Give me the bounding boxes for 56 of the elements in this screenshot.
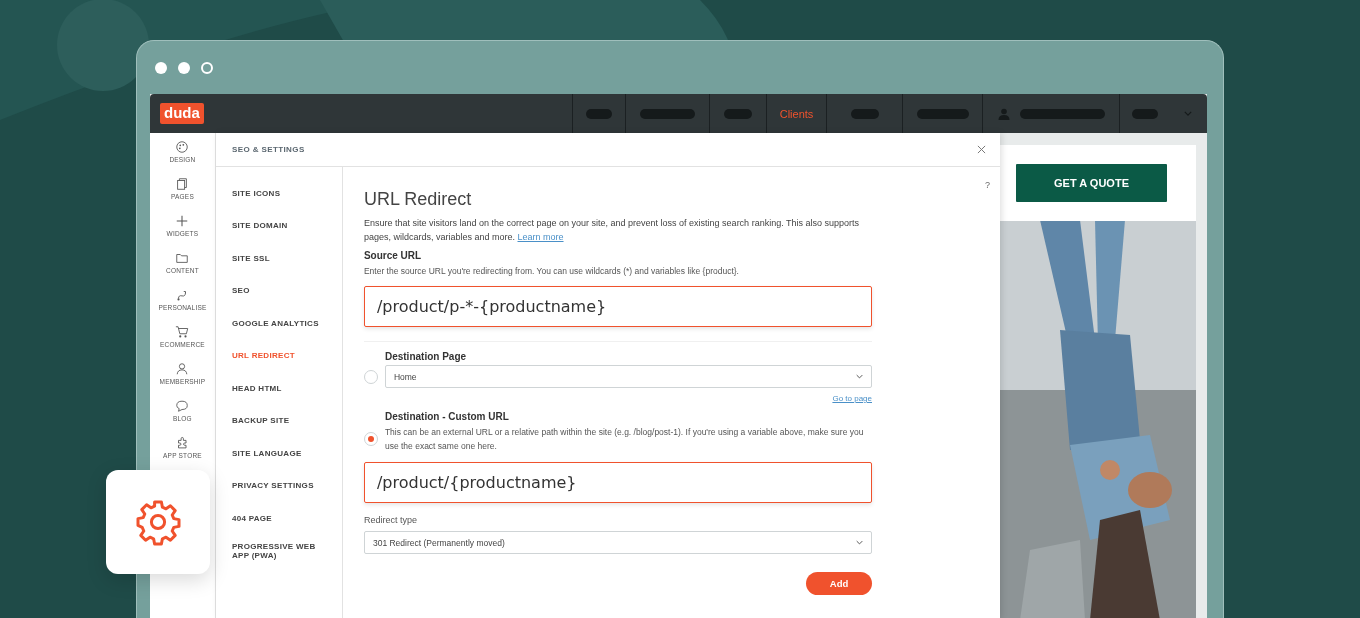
placeholder-bar[interactable] — [850, 108, 879, 119]
field-label: Source URL — [363, 250, 423, 261]
settings-menu-item[interactable]: HEAD HTML — [231, 372, 334, 405]
window-dot[interactable] — [201, 61, 213, 74]
close-icon[interactable] — [977, 145, 986, 154]
tool-icon — [175, 436, 190, 450]
field-label: Destination Page — [384, 351, 468, 362]
tool-icon — [175, 399, 190, 413]
window-dot[interactable] — [155, 61, 167, 74]
placeholder-bar[interactable] — [724, 108, 752, 119]
user-icon — [997, 107, 1010, 120]
settings-menu-item[interactable]: PRIVACY SETTINGS — [231, 469, 334, 502]
go-to-page-link[interactable]: Go to page — [832, 394, 872, 403]
settings-menu-item[interactable]: 404 PAGE — [231, 502, 334, 535]
get-quote-button[interactable]: GET A QUOTE — [1016, 164, 1167, 202]
settings-menu-item[interactable]: GOOGLE ANALYTICS — [231, 307, 334, 340]
input-field[interactable]: /product/p-*-{productname} — [363, 286, 872, 327]
placeholder-bar[interactable] — [916, 108, 969, 119]
placeholder-bar[interactable] — [1131, 108, 1158, 119]
hint-text: Enter the source URL you're redirecting from. You can use wildcards (*) and variables like {product}. — [363, 265, 740, 278]
settings-menu-item[interactable]: BACKUP SITE — [231, 404, 334, 437]
settings-menu-item[interactable]: PROGRESSIVE WEB APP (PWA) — [231, 534, 334, 567]
tool-icon — [175, 140, 190, 154]
tool-icon — [175, 214, 190, 228]
placeholder-bar[interactable] — [586, 108, 612, 119]
dropdown[interactable]: 301 Redirect (Permanently moved) — [363, 531, 872, 554]
settings-menu-item[interactable]: SITE LANGUAGE — [231, 437, 334, 470]
settings-menu-item[interactable]: SITE SSL — [231, 242, 334, 275]
settings-menu-item[interactable]: URL REDIRECT — [231, 339, 334, 372]
learn-more-link[interactable]: Learn more — [517, 232, 564, 242]
tool-icon — [175, 251, 190, 265]
tool-icon — [175, 177, 190, 191]
field-label: Redirect type — [363, 515, 418, 525]
nav-link[interactable]: Clients — [779, 107, 814, 120]
dialog-title: SEO & SETTINGS — [231, 145, 305, 154]
settings-icon[interactable] — [134, 498, 182, 546]
caret-icon — [856, 540, 863, 545]
field-label: Destination - Custom URL — [384, 411, 510, 422]
account-menu[interactable] — [997, 107, 1105, 120]
help-link[interactable]: ? — [985, 180, 990, 190]
caret-icon — [856, 374, 863, 379]
tool-icon — [175, 325, 190, 339]
settings-menu-item[interactable]: SITE DOMAIN — [231, 209, 334, 242]
window-dot[interactable] — [178, 61, 190, 74]
section-heading: URL Redirect — [363, 189, 473, 210]
hint-text: This can be an external URL or a relative path within the site (e.g. /blog/post-1). If you're using a variable above, make sure you use the exact same one here. — [384, 426, 865, 453]
description-text: Ensure that site visitors land on the correct page on your site, and prevent loss of existing search ranking. This also supports pages, wildcards, variables and more. Learn more — [363, 217, 861, 244]
placeholder-bar[interactable] — [640, 108, 695, 119]
input-field[interactable]: /product/{productname} — [363, 462, 872, 503]
add-button[interactable]: Add — [806, 572, 872, 595]
dropdown[interactable]: Home — [384, 365, 872, 388]
settings-menu-item[interactable]: SEO — [231, 274, 334, 307]
chevron-down-icon[interactable] — [1184, 111, 1192, 116]
settings-menu-item[interactable]: SITE ICONS — [231, 177, 334, 210]
tool-icon — [175, 362, 190, 376]
logo[interactable]: duda — [160, 103, 204, 124]
